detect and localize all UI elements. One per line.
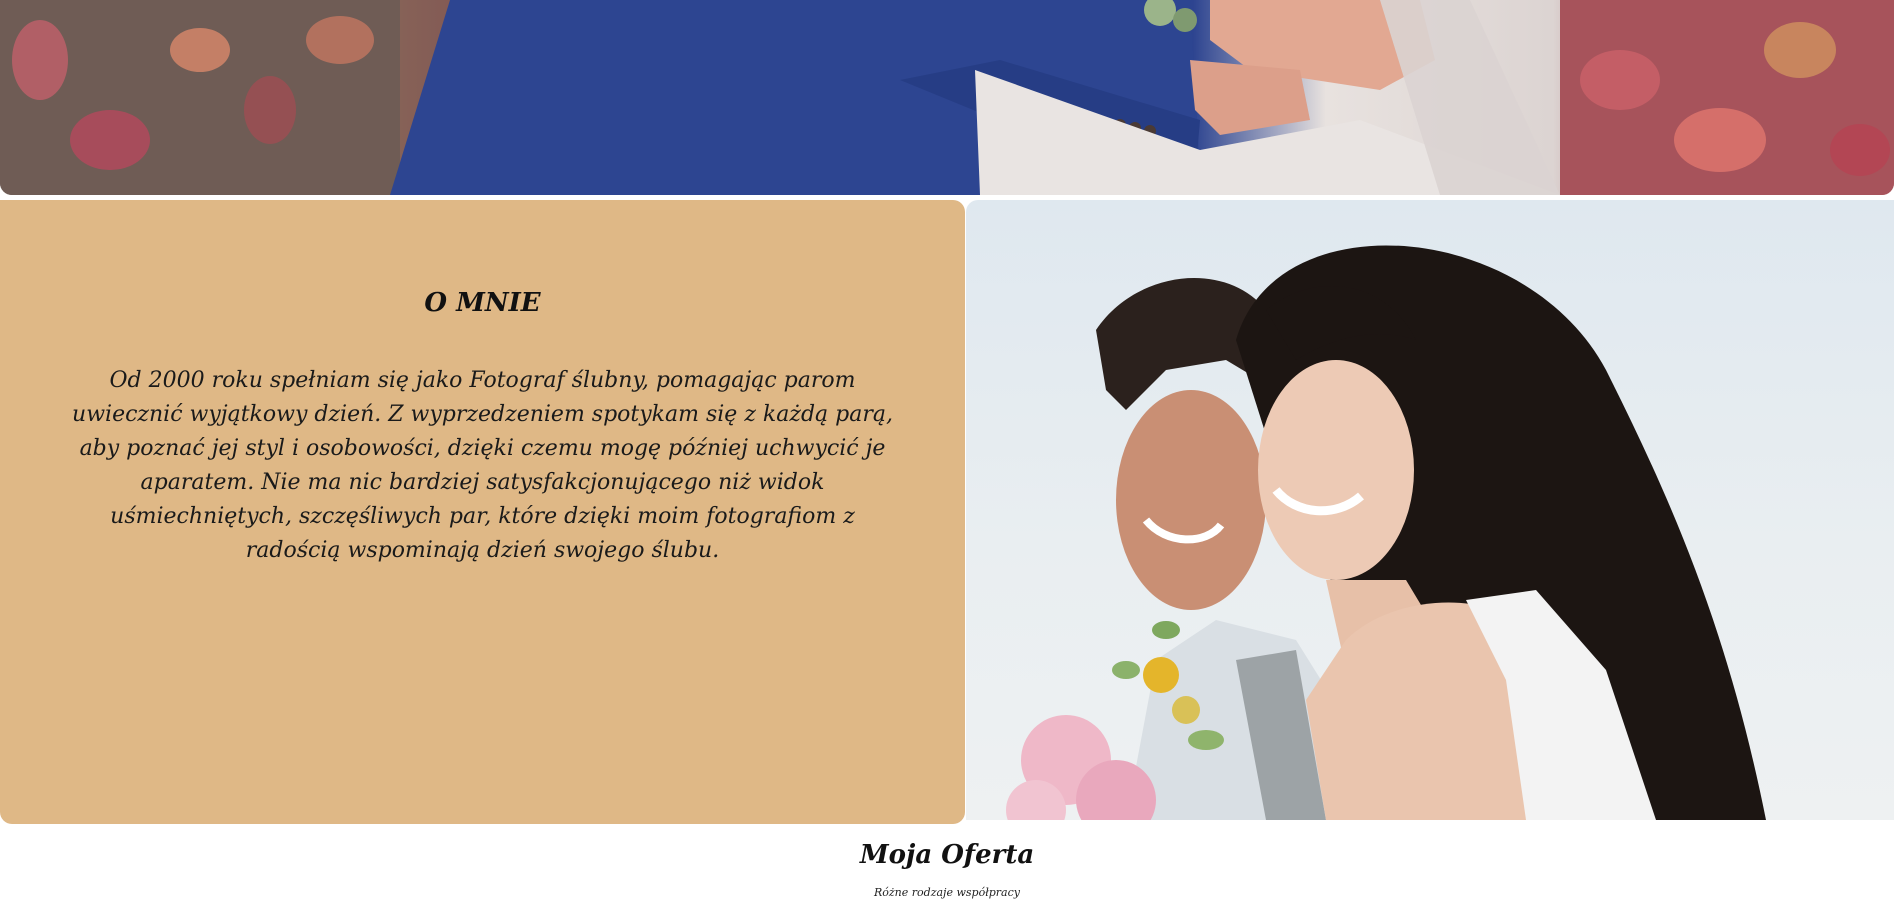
hero-wedding-photo (0, 0, 1894, 195)
about-heading: O MNIE (424, 288, 541, 318)
couple-photo (966, 200, 1894, 820)
offer-subheading: Różne rodzaje współpracy (873, 886, 1020, 899)
about-description: Od 2000 roku spełniam się jako Fotograf … (72, 368, 893, 563)
couple-photo-illustration (1006, 245, 1766, 820)
hero-photo-illustration (0, 0, 1894, 195)
offer-heading: Moja Oferta (859, 840, 1035, 870)
about-section: O MNIE Od 2000 roku spełniam się jako Fo… (0, 200, 965, 824)
